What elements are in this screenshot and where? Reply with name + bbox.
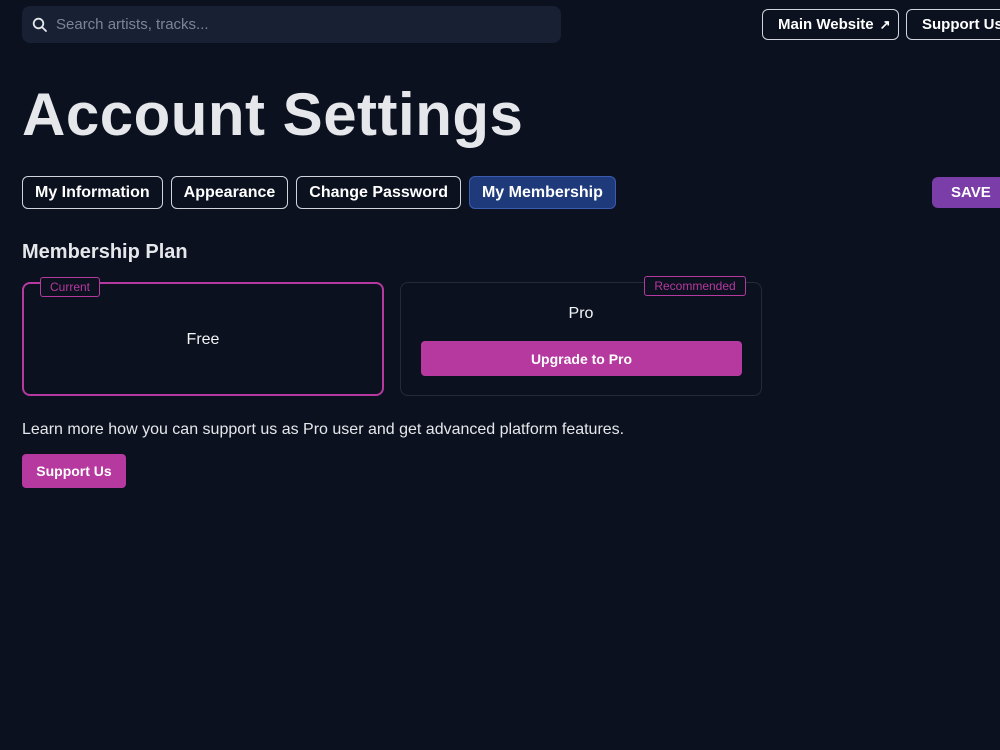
tab-my-information[interactable]: My Information	[22, 176, 163, 209]
membership-info-text: Learn more how you can support us as Pro…	[22, 421, 625, 438]
upgrade-to-pro-button[interactable]: Upgrade to Pro	[421, 341, 742, 376]
main-website-button[interactable]: Main Website ↗	[762, 9, 899, 40]
plan-name-pro: Pro	[568, 305, 594, 322]
settings-tabs: My Information Appearance Change Passwor…	[22, 176, 616, 209]
support-us-button[interactable]: Support Us	[22, 454, 126, 488]
current-badge: Current	[40, 277, 100, 297]
tab-my-membership[interactable]: My Membership	[468, 176, 616, 209]
membership-section-title: Membership Plan	[22, 241, 188, 263]
plan-name-free: Free	[186, 331, 220, 348]
tab-change-password[interactable]: Change Password	[296, 176, 461, 209]
support-us-header-label: Support Us	[922, 16, 1000, 33]
support-us-header-button[interactable]: Support Us	[906, 9, 1000, 40]
main-website-label: Main Website	[778, 16, 874, 33]
external-link-icon: ↗	[879, 16, 891, 32]
search-bar[interactable]	[22, 6, 561, 43]
save-button[interactable]: SAVE	[932, 177, 1000, 208]
plan-card-free[interactable]: Current Free	[22, 277, 384, 396]
search-input[interactable]	[54, 15, 534, 34]
tab-appearance[interactable]: Appearance	[170, 176, 289, 209]
recommended-badge: Recommended	[644, 276, 746, 296]
search-icon	[32, 17, 48, 33]
page-title: Account Settings	[22, 81, 524, 148]
plan-card-pro[interactable]: Recommended Pro Upgrade to Pro	[400, 276, 762, 396]
